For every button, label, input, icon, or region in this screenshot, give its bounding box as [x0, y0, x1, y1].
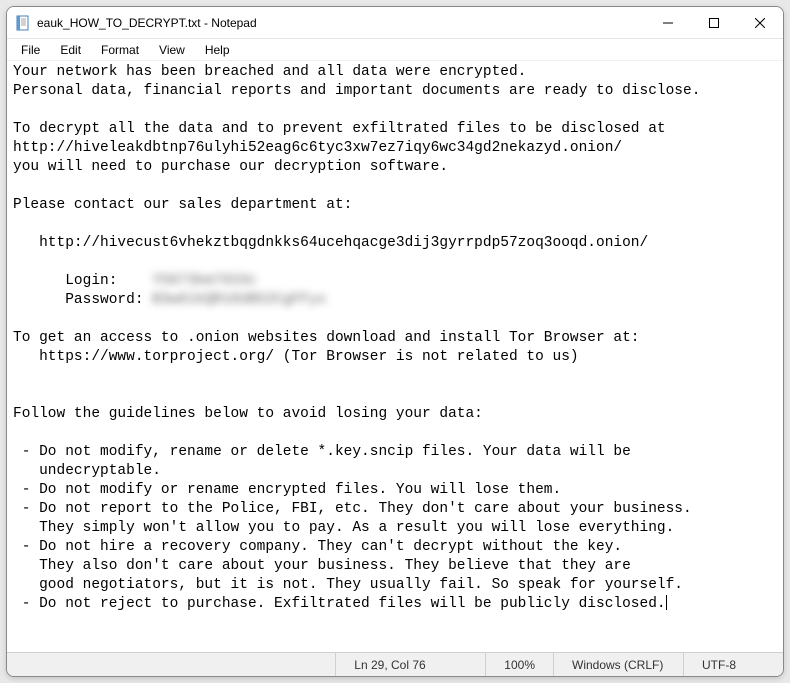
- titlebar[interactable]: eauk_HOW_TO_DECRYPT.txt - Notepad: [7, 7, 783, 39]
- text-line: They simply won't allow you to pay. As a…: [13, 520, 674, 536]
- minimize-button[interactable]: [645, 7, 691, 38]
- text-line: - Do not report to the Police, FBI, etc.…: [13, 501, 692, 517]
- menu-help[interactable]: Help: [195, 41, 240, 59]
- text-line: - Do not modify or rename encrypted file…: [13, 482, 561, 498]
- text-line: To decrypt all the data and to prevent e…: [13, 121, 666, 137]
- menu-edit[interactable]: Edit: [50, 41, 91, 59]
- menu-file[interactable]: File: [11, 41, 50, 59]
- text-line: http://hiveleakdbtnp76ulyhi52eag6c6tyc3x…: [13, 140, 622, 156]
- close-button[interactable]: [737, 7, 783, 38]
- text-line: - Do not reject to purchase. Exfiltrated…: [13, 596, 666, 612]
- text-caret: [666, 596, 667, 612]
- password-value-blurred: B3w61kQR16UB52CgFFyx: [152, 291, 326, 310]
- text-line: Personal data, financial reports and imp…: [13, 83, 700, 99]
- menu-format[interactable]: Format: [91, 41, 149, 59]
- text-line: - Do not hire a recovery company. They c…: [13, 539, 622, 555]
- notepad-icon: [15, 15, 31, 31]
- text-line: Follow the guidelines below to avoid los…: [13, 406, 483, 422]
- password-label: Password:: [13, 292, 152, 308]
- status-line-ending: Windows (CRLF): [553, 653, 683, 676]
- text-editor[interactable]: Your network has been breached and all d…: [7, 61, 783, 652]
- login-value-blurred: Y5073km7933c: [152, 272, 256, 291]
- text-line: Your network has been breached and all d…: [13, 64, 526, 80]
- menubar: File Edit Format View Help: [7, 39, 783, 61]
- text-line: Please contact our sales department at:: [13, 197, 352, 213]
- text-line: To get an access to .onion websites down…: [13, 330, 640, 346]
- text-line: http://hivecust6vhekztbqgdnkks64ucehqacg…: [13, 235, 648, 251]
- menu-view[interactable]: View: [149, 41, 195, 59]
- text-line: They also don't care about your business…: [13, 558, 631, 574]
- window-title: eauk_HOW_TO_DECRYPT.txt - Notepad: [37, 16, 645, 30]
- text-line: good negotiators, but it is not. They us…: [13, 577, 683, 593]
- window-controls: [645, 7, 783, 38]
- text-line: you will need to purchase our decryption…: [13, 159, 448, 175]
- statusbar: Ln 29, Col 76 100% Windows (CRLF) UTF-8: [7, 652, 783, 676]
- status-position: Ln 29, Col 76: [335, 653, 485, 676]
- status-zoom[interactable]: 100%: [485, 653, 553, 676]
- maximize-button[interactable]: [691, 7, 737, 38]
- text-line: - Do not modify, rename or delete *.key.…: [13, 444, 631, 460]
- notepad-window: eauk_HOW_TO_DECRYPT.txt - Notepad File E…: [6, 6, 784, 677]
- login-label: Login:: [13, 273, 152, 289]
- text-line: https://www.torproject.org/ (Tor Browser…: [13, 349, 579, 365]
- text-line: undecryptable.: [13, 463, 161, 479]
- status-encoding: UTF-8: [683, 653, 783, 676]
